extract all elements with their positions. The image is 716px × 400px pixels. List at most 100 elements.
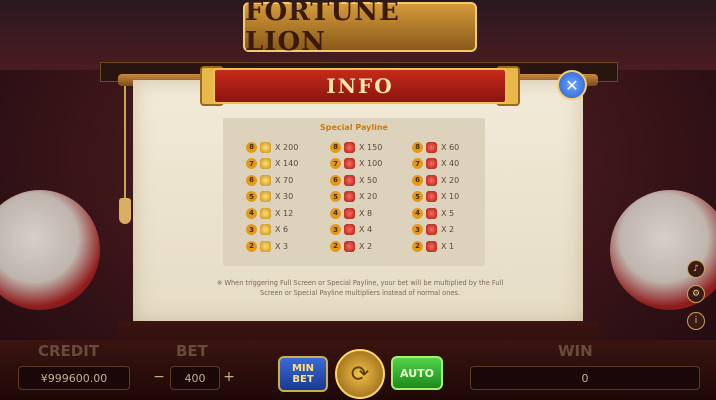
payline-table-title: Special Payline <box>320 123 388 132</box>
payline-row: 3 X 2 <box>412 222 492 239</box>
dialog-title: INFO <box>326 74 394 98</box>
multiplier-value: X 5 <box>441 208 455 218</box>
gold-ingot-icon <box>260 207 271 219</box>
win-label: WIN <box>558 342 593 360</box>
symbol-count-badge: 8 <box>412 141 423 153</box>
symbol-count-badge: 5 <box>330 191 341 203</box>
win-value: 0 <box>470 366 700 390</box>
multiplier-value: X 8 <box>359 208 373 218</box>
payline-row: 7 X 100 <box>330 156 410 173</box>
spin-button[interactable]: ⟳ <box>335 349 385 399</box>
symbol-count-badge: 7 <box>412 158 423 170</box>
multiplier-value: X 12 <box>275 208 294 218</box>
payline-row: 7 X 140 <box>246 156 326 173</box>
red-lantern-icon <box>426 240 437 252</box>
multiplier-value: X 4 <box>359 225 373 235</box>
symbol-count-badge: 2 <box>412 240 423 252</box>
lion-dance-head-left <box>0 190 100 310</box>
payline-row: 8 X 200 <box>246 139 326 156</box>
tassel-cord <box>124 86 126 216</box>
payline-note: ※ When triggering Full Screen or Special… <box>216 279 504 297</box>
payline-row: 7 X 40 <box>412 156 492 173</box>
red-lantern-icon <box>344 240 355 252</box>
symbol-count-badge: 3 <box>246 224 257 236</box>
payline-row: 5 X 10 <box>412 189 492 206</box>
payline-column-gold: 8 X 200 7 X 140 6 X 70 5 X 30 4 X 12 3 X 6 2 X 3 <box>246 139 326 255</box>
info-icon[interactable]: i <box>687 312 705 330</box>
symbol-count-badge: 7 <box>246 158 257 170</box>
dialog-title-banner: INFO <box>213 68 507 104</box>
red-lantern-icon <box>344 191 355 203</box>
payline-row: 4 X 5 <box>412 205 492 222</box>
red-lantern-icon <box>426 141 437 153</box>
multiplier-value: X 70 <box>275 175 294 185</box>
red-lantern-icon <box>426 207 437 219</box>
red-lantern-icon <box>344 141 355 153</box>
min-bet-button[interactable]: MIN BET <box>278 356 328 392</box>
red-lantern-icon <box>344 174 355 186</box>
payline-row: 8 X 150 <box>330 139 410 156</box>
symbol-count-badge: 5 <box>246 191 257 203</box>
payline-row: 3 X 4 <box>330 222 410 239</box>
multiplier-value: X 2 <box>359 241 373 251</box>
red-lantern-icon <box>426 174 437 186</box>
payline-row: 8 X 60 <box>412 139 492 156</box>
symbol-count-badge: 3 <box>330 224 341 236</box>
gold-ingot-icon <box>260 224 271 236</box>
symbol-count-badge: 8 <box>330 141 341 153</box>
gold-ingot-icon <box>260 174 271 186</box>
gold-ingot-icon <box>260 191 271 203</box>
payline-row: 2 X 2 <box>330 238 410 255</box>
multiplier-value: X 140 <box>275 159 299 169</box>
payline-row: 4 X 8 <box>330 205 410 222</box>
multiplier-value: X 10 <box>441 192 460 202</box>
multiplier-value: X 3 <box>275 241 289 251</box>
payline-column-red-b: 8 X 60 7 X 40 6 X 20 5 X 10 4 X 5 3 X 2 2 X 1 <box>412 139 492 255</box>
symbol-count-badge: 8 <box>246 141 257 153</box>
red-lantern-icon <box>426 158 437 170</box>
payline-row: 6 X 50 <box>330 172 410 189</box>
settings-icon[interactable]: ⚙ <box>687 285 705 303</box>
symbol-count-badge: 2 <box>330 240 341 252</box>
red-lantern-icon <box>344 207 355 219</box>
close-button[interactable]: ✕ <box>557 70 587 100</box>
symbol-count-badge: 4 <box>412 207 423 219</box>
payline-row: 2 X 1 <box>412 238 492 255</box>
payline-row: 5 X 30 <box>246 189 326 206</box>
multiplier-value: X 150 <box>359 142 383 152</box>
payline-row: 6 X 70 <box>246 172 326 189</box>
gold-ingot-icon <box>260 141 271 153</box>
red-lantern-icon <box>426 224 437 236</box>
red-lantern-icon <box>344 224 355 236</box>
payline-row: 2 X 3 <box>246 238 326 255</box>
payline-row: 5 X 20 <box>330 189 410 206</box>
symbol-count-badge: 2 <box>246 240 257 252</box>
gold-ingot-icon <box>260 158 271 170</box>
multiplier-value: X 2 <box>441 225 455 235</box>
tassel-icon <box>119 198 131 224</box>
payline-row: 4 X 12 <box>246 205 326 222</box>
credit-value: ¥999600.00 <box>18 366 130 390</box>
bet-decrease-button[interactable]: − <box>150 366 168 388</box>
payline-row: 6 X 20 <box>412 172 492 189</box>
multiplier-value: X 20 <box>441 175 460 185</box>
close-x-icon: ✕ <box>565 75 579 95</box>
payline-column-red-a: 8 X 150 7 X 100 6 X 50 5 X 20 4 X 8 3 X 4 2 X 2 <box>330 139 410 255</box>
symbol-count-badge: 5 <box>412 191 423 203</box>
multiplier-value: X 30 <box>275 192 294 202</box>
multiplier-value: X 200 <box>275 142 299 152</box>
multiplier-value: X 50 <box>359 175 378 185</box>
sound-icon[interactable]: ♪ <box>687 260 705 278</box>
gold-ingot-icon <box>260 240 271 252</box>
bet-increase-button[interactable]: + <box>220 366 238 388</box>
red-lantern-icon <box>426 191 437 203</box>
multiplier-value: X 100 <box>359 159 383 169</box>
red-lantern-icon <box>344 158 355 170</box>
symbol-count-badge: 3 <box>412 224 423 236</box>
game-title-logo: FORTUNE LION <box>243 0 477 57</box>
bet-value: 400 <box>170 366 220 390</box>
multiplier-value: X 60 <box>441 142 460 152</box>
auto-button[interactable]: AUTO <box>391 356 443 390</box>
credit-label: CREDIT <box>38 342 100 360</box>
multiplier-value: X 6 <box>275 225 289 235</box>
